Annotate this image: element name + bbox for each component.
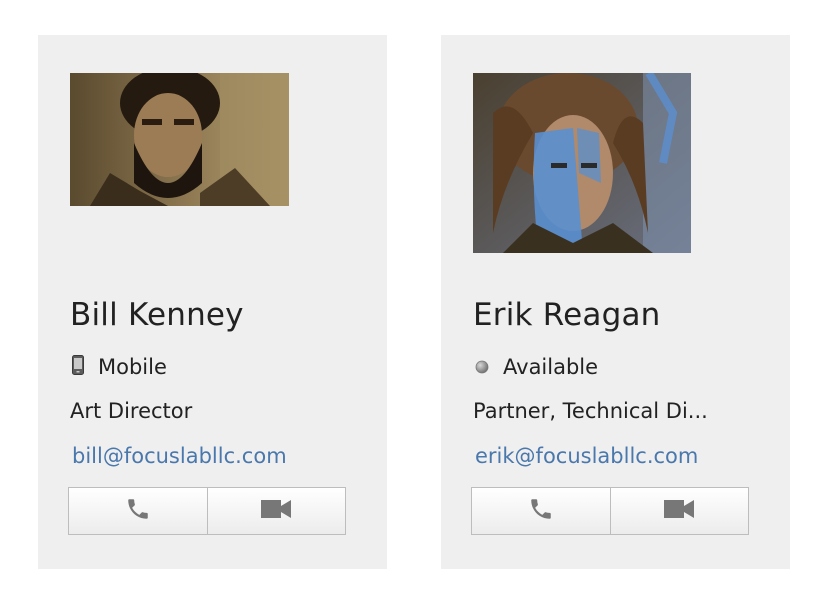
contact-title: Partner, Technical Di... [473, 399, 708, 423]
phone-icon [125, 496, 151, 526]
status-label: Mobile [98, 355, 167, 379]
contact-status: Mobile [72, 353, 167, 381]
contact-name: Erik Reagan [473, 297, 661, 333]
phone-icon [528, 496, 554, 526]
call-button[interactable] [472, 488, 610, 534]
status-label: Available [503, 355, 599, 379]
status-dot-icon [475, 355, 489, 379]
call-button[interactable] [69, 488, 207, 534]
video-camera-icon [663, 498, 695, 524]
contact-card: Erik Reagan Available Partner, Technical… [441, 35, 790, 569]
contact-name: Bill Kenney [70, 297, 244, 333]
video-call-button[interactable] [609, 488, 749, 534]
contact-photo [70, 73, 289, 206]
email-link[interactable]: erik@focuslabllc.com [475, 444, 698, 468]
contact-photo [473, 73, 691, 253]
contact-actions [471, 487, 749, 535]
video-camera-icon [260, 498, 292, 524]
avatar [70, 73, 289, 206]
contact-title: Art Director [70, 399, 193, 423]
video-call-button[interactable] [206, 488, 346, 534]
mobile-phone-icon [72, 354, 84, 380]
contact-actions [68, 487, 346, 535]
email-link[interactable]: bill@focuslabllc.com [72, 444, 287, 468]
avatar [473, 73, 691, 253]
contact-card: Bill Kenney Mobile Art Director bill@foc… [38, 35, 387, 569]
contact-status: Available [475, 353, 598, 381]
